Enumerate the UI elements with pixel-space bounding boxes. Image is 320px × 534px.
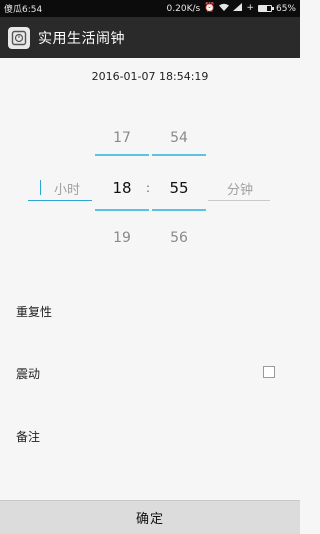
battery-percent: 65% [275, 3, 296, 14]
hour-prev[interactable]: 17 [95, 130, 149, 146]
text-cursor [40, 180, 41, 195]
confirm-button[interactable]: 确定 [0, 500, 300, 534]
minute-input[interactable]: 分钟 [210, 179, 270, 198]
vibrate-option-label: 震动 [16, 367, 41, 381]
status-icons: 0.20K/s ⏰ + 65% [167, 3, 296, 14]
vibrate-checkbox[interactable] [263, 366, 275, 378]
charging-icon: + [246, 3, 254, 13]
battery-fill [258, 6, 267, 11]
minute-top-divider [152, 154, 206, 156]
minute-current[interactable]: 55 [152, 179, 206, 197]
status-bar: 傻瓜6:54 0.20K/s ⏰ + 65% [0, 0, 300, 17]
app-bar: 实用生活闹钟 [0, 17, 300, 58]
hour-bottom-divider [95, 209, 149, 211]
wifi-icon [219, 3, 230, 14]
carrier-time: 傻瓜6:54 [4, 5, 43, 15]
repeat-option[interactable]: 重复性 [16, 303, 52, 320]
minute-bottom-divider [152, 209, 206, 211]
hour-top-divider [95, 154, 149, 156]
alarm-status-icon: ⏰ [204, 3, 216, 13]
hour-current[interactable]: 18 [95, 179, 149, 197]
minute-prev[interactable]: 54 [152, 130, 206, 146]
time-separator: : [146, 181, 151, 195]
current-datetime: 2016-01-07 18:54:19 [91, 70, 209, 83]
minute-input-underline [208, 200, 270, 201]
hour-input[interactable]: 小时 [42, 179, 92, 198]
hour-input-underline [28, 200, 92, 201]
battery-icon [257, 5, 274, 12]
alarm-app-icon [8, 26, 30, 49]
minute-next[interactable]: 56 [152, 230, 206, 246]
note-option[interactable]: 备注 [16, 428, 40, 445]
network-speed: 0.20K/s [166, 3, 201, 14]
app-title: 实用生活闹钟 [38, 30, 125, 47]
hour-next[interactable]: 19 [95, 230, 149, 246]
signal-icon [233, 3, 243, 14]
